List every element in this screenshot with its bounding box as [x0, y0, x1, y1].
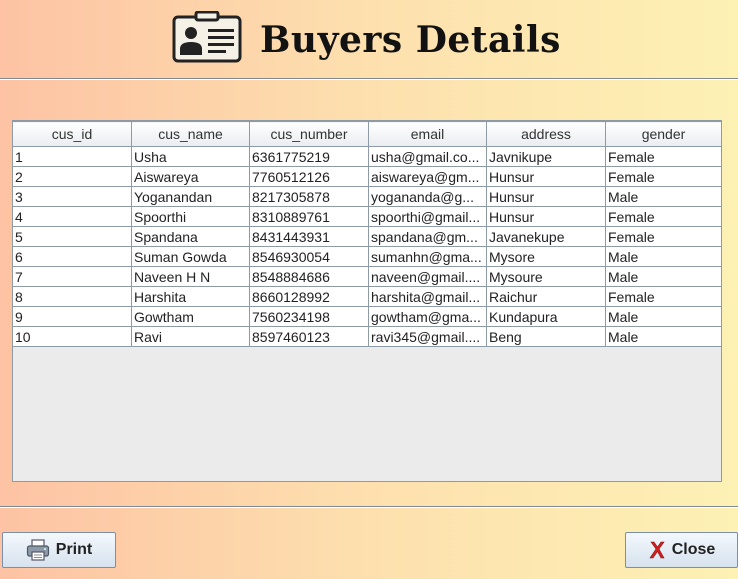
cell-address[interactable]: Hunsur	[486, 186, 606, 207]
table-row[interactable]: 6 Suman Gowda 8546930054 sumanhn@gma... …	[12, 246, 722, 267]
cell-cus-id[interactable]: 3	[12, 186, 132, 207]
cell-cus-id[interactable]: 7	[12, 266, 132, 287]
cell-cus-number[interactable]: 8546930054	[249, 246, 369, 267]
cell-cus-name[interactable]: Spandana	[131, 226, 250, 247]
cell-cus-name[interactable]: Spoorthi	[131, 206, 250, 227]
cell-gender[interactable]: Male	[605, 266, 722, 287]
cell-email[interactable]: yogananda@g...	[368, 186, 487, 207]
cell-cus-id[interactable]: 2	[12, 166, 132, 187]
cell-cus-number[interactable]: 7560234198	[249, 306, 369, 327]
column-header-address[interactable]: address	[486, 121, 606, 147]
column-header-cus-id[interactable]: cus_id	[12, 121, 132, 147]
cell-address[interactable]: Hunsur	[486, 206, 606, 227]
cell-gender[interactable]: Female	[605, 286, 722, 307]
table-row[interactable]: 10 Ravi 8597460123 ravi345@gmail.... Ben…	[12, 326, 722, 347]
cell-address[interactable]: Beng	[486, 326, 606, 347]
cell-gender[interactable]: Male	[605, 186, 722, 207]
table-row[interactable]: 1 Usha 6361775219 usha@gmail.co... Javni…	[12, 146, 722, 167]
cell-email[interactable]: spandana@gm...	[368, 226, 487, 247]
bottom-divider	[0, 506, 738, 508]
id-card-icon	[172, 10, 242, 63]
cell-cus-number[interactable]: 8217305878	[249, 186, 369, 207]
x-icon	[648, 540, 666, 560]
cell-address[interactable]: Mysore	[486, 246, 606, 267]
cell-cus-number[interactable]: 8431443931	[249, 226, 369, 247]
close-button-label: Close	[671, 541, 716, 558]
cell-gender[interactable]: Female	[605, 226, 722, 247]
table-row[interactable]: 5 Spandana 8431443931 spandana@gm... Jav…	[12, 226, 722, 247]
table-row[interactable]: 7 Naveen H N 8548884686 naveen@gmail....…	[12, 266, 722, 287]
cell-cus-id[interactable]: 8	[12, 286, 132, 307]
cell-cus-name[interactable]: Usha	[131, 146, 250, 167]
table-row[interactable]: 2 Aiswareya 7760512126 aiswareya@gm... H…	[12, 166, 722, 187]
cell-address[interactable]: Javanekupe	[486, 226, 606, 247]
cell-email[interactable]: ravi345@gmail....	[368, 326, 487, 347]
cell-cus-name[interactable]: Harshita	[131, 286, 250, 307]
table-row[interactable]: 8 Harshita 8660128992 harshita@gmail... …	[12, 286, 722, 307]
cell-cus-number[interactable]: 8548884686	[249, 266, 369, 287]
cell-address[interactable]: Javnikupe	[486, 146, 606, 167]
cell-email[interactable]: spoorthi@gmail...	[368, 206, 487, 227]
cell-cus-number[interactable]: 8660128992	[249, 286, 369, 307]
cell-gender[interactable]: Male	[605, 246, 722, 267]
cell-cus-name[interactable]: Aiswareya	[131, 166, 250, 187]
cell-cus-id[interactable]: 6	[12, 246, 132, 267]
table-row[interactable]: 4 Spoorthi 8310889761 spoorthi@gmail... …	[12, 206, 722, 227]
cell-address[interactable]: Raichur	[486, 286, 606, 307]
table-header-row: cus_id cus_name cus_number email address…	[12, 121, 722, 147]
column-header-gender[interactable]: gender	[605, 121, 722, 147]
cell-cus-number[interactable]: 8310889761	[249, 206, 369, 227]
cell-gender[interactable]: Male	[605, 306, 722, 327]
cell-cus-name[interactable]: Naveen H N	[131, 266, 250, 287]
cell-address[interactable]: Kundapura	[486, 306, 606, 327]
cell-email[interactable]: sumanhn@gma...	[368, 246, 487, 267]
column-header-cus-name[interactable]: cus_name	[131, 121, 250, 147]
close-button[interactable]: Close	[625, 532, 738, 568]
cell-email[interactable]: usha@gmail.co...	[368, 146, 487, 167]
cell-cus-name[interactable]: Suman Gowda	[131, 246, 250, 267]
cell-cus-number[interactable]: 7760512126	[249, 166, 369, 187]
cell-gender[interactable]: Male	[605, 326, 722, 347]
cell-cus-id[interactable]: 5	[12, 226, 132, 247]
table-row[interactable]: 3 Yoganandan 8217305878 yogananda@g... H…	[12, 186, 722, 207]
cell-cus-name[interactable]: Ravi	[131, 326, 250, 347]
buyers-table[interactable]: cus_id cus_name cus_number email address…	[12, 120, 722, 482]
cell-email[interactable]: naveen@gmail....	[368, 266, 487, 287]
cell-cus-name[interactable]: Gowtham	[131, 306, 250, 327]
print-button[interactable]: Print	[2, 532, 116, 568]
cell-gender[interactable]: Female	[605, 166, 722, 187]
page-title: Buyers Details	[260, 19, 561, 61]
column-header-cus-number[interactable]: cus_number	[249, 121, 369, 147]
cell-gender[interactable]: Female	[605, 206, 722, 227]
cell-address[interactable]: Hunsur	[486, 166, 606, 187]
cell-gender[interactable]: Female	[605, 146, 722, 167]
cell-email[interactable]: gowtham@gma...	[368, 306, 487, 327]
print-button-label: Print	[55, 541, 93, 558]
printer-icon	[26, 538, 50, 562]
cell-address[interactable]: Mysoure	[486, 266, 606, 287]
table-row[interactable]: 9 Gowtham 7560234198 gowtham@gma... Kund…	[12, 306, 722, 327]
cell-cus-number[interactable]: 8597460123	[249, 326, 369, 347]
cell-cus-id[interactable]: 9	[12, 306, 132, 327]
cell-cus-id[interactable]: 4	[12, 206, 132, 227]
top-divider	[0, 78, 738, 80]
cell-cus-id[interactable]: 10	[12, 326, 132, 347]
cell-cus-number[interactable]: 6361775219	[249, 146, 369, 167]
cell-email[interactable]: harshita@gmail...	[368, 286, 487, 307]
cell-cus-name[interactable]: Yoganandan	[131, 186, 250, 207]
column-header-email[interactable]: email	[368, 121, 487, 147]
cell-cus-id[interactable]: 1	[12, 146, 132, 167]
cell-email[interactable]: aiswareya@gm...	[368, 166, 487, 187]
